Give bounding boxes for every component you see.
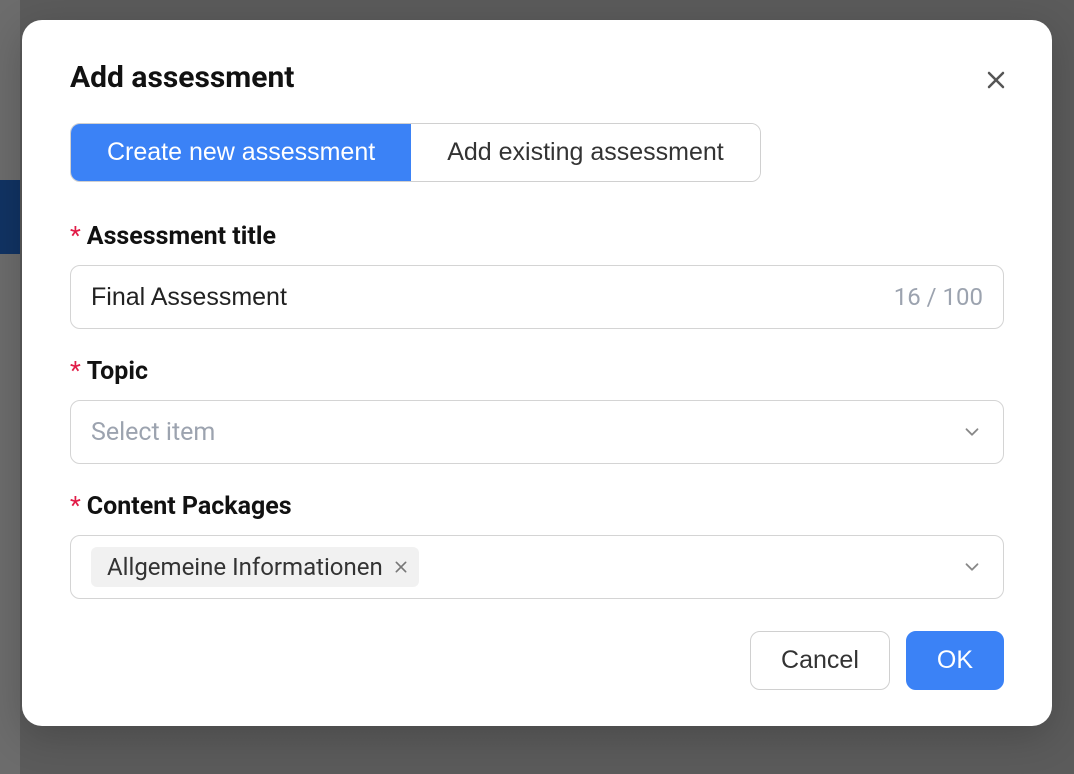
content-packages-select[interactable]: Allgemeine Informationen (70, 535, 1004, 599)
tab-group: Create new assessment Add existing asses… (70, 123, 761, 182)
modal-overlay: Add assessment Create new assessment Add… (0, 0, 1074, 774)
close-icon (393, 559, 409, 575)
content-packages-label: *Content Packages (70, 492, 1004, 521)
topic-placeholder: Select item (91, 418, 961, 447)
modal-footer: Cancel OK (70, 631, 1004, 690)
topic-label: *Topic (70, 357, 1004, 386)
close-button[interactable] (976, 60, 1016, 100)
assessment-title-label: *Assessment title (70, 222, 1004, 251)
chip-remove-button[interactable] (393, 559, 409, 575)
tab-create-new[interactable]: Create new assessment (71, 124, 411, 181)
package-chip: Allgemeine Informationen (91, 547, 419, 587)
tab-add-existing[interactable]: Add existing assessment (411, 124, 760, 181)
required-asterisk: * (70, 357, 81, 386)
char-counter: 16 / 100 (894, 283, 983, 311)
chip-container: Allgemeine Informationen (91, 547, 961, 587)
add-assessment-modal: Add assessment Create new assessment Add… (22, 20, 1052, 726)
assessment-title-input[interactable] (91, 283, 882, 312)
chevron-down-icon (961, 421, 983, 443)
field-topic: *Topic Select item (70, 357, 1004, 464)
field-content-packages: *Content Packages Allgemeine Information… (70, 492, 1004, 599)
field-assessment-title: *Assessment title 16 / 100 (70, 222, 1004, 329)
close-icon (984, 68, 1008, 92)
required-asterisk: * (70, 492, 81, 521)
topic-select[interactable]: Select item (70, 400, 1004, 464)
ok-button[interactable]: OK (906, 631, 1004, 690)
assessment-title-input-wrapper: 16 / 100 (70, 265, 1004, 329)
chevron-down-icon (961, 556, 983, 578)
chip-label: Allgemeine Informationen (107, 553, 383, 581)
cancel-button[interactable]: Cancel (750, 631, 890, 690)
modal-title: Add assessment (70, 60, 1004, 95)
required-asterisk: * (70, 222, 81, 251)
